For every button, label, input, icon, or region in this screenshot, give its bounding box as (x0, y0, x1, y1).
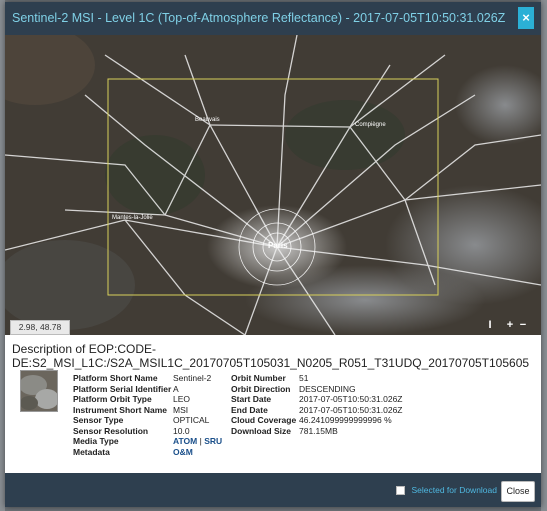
city-label: Mantes-la-Jolie (112, 215, 153, 221)
attributes-right: Orbit Number 51 Orbit Direction DESCENDING… (231, 373, 403, 436)
attr-row: Platform Short Name Sentinel-2 (73, 373, 222, 384)
city-label: Beauvais (195, 117, 220, 123)
selected-for-download-toggle[interactable]: Selected for Download (396, 485, 497, 495)
attr-row: Platform Serial Identifier A (73, 384, 222, 395)
dialog-header: Sentinel-2 MSI - Level 1C (Top-of-Atmosp… (5, 2, 541, 35)
zoom-extent-button[interactable]: I (484, 318, 496, 332)
attr-value: 2017-07-05T10:50:31.026Z (299, 394, 403, 404)
atom-link[interactable]: ATOM (173, 436, 197, 446)
selected-checkbox[interactable] (396, 485, 406, 495)
attr-value: Sentinel-2 (173, 373, 212, 383)
attr-row: End Date 2017-07-05T10:50:31.026Z (231, 405, 403, 416)
city-label: Compiègne (355, 122, 386, 128)
om-metadata-link[interactable]: O&M (173, 447, 193, 458)
attr-value: 2017-07-05T10:50:31.026Z (299, 404, 403, 415)
attr-value: 10.0 (173, 425, 190, 436)
description-title: Description of EOP:CODE-DE:S2_MSI_L1C:/S… (12, 342, 530, 370)
attr-key: Sensor Type (73, 415, 124, 425)
attr-value: LEO (173, 394, 191, 404)
attr-key: Download Size (231, 425, 291, 436)
mouse-coordinates: 2.98, 48.78 (10, 320, 70, 335)
attr-key: Cloud Coverage (231, 415, 297, 425)
attr-value: 51 (299, 373, 309, 383)
attr-key: Platform Serial Identifier (73, 383, 172, 394)
dialog-title: Sentinel-2 MSI - Level 1C (Top-of-Atmosp… (12, 11, 506, 25)
attr-key: Start Date (231, 394, 272, 404)
attr-value: OPTICAL (173, 415, 210, 425)
close-button[interactable]: Close (501, 481, 535, 502)
attr-key: Metadata (73, 446, 110, 457)
zoom-out-button[interactable]: − (517, 318, 529, 332)
zoom-in-button[interactable]: + (504, 318, 516, 332)
attr-row: Sensor Resolution 10.0 (73, 426, 222, 437)
map-center-label: Paris (268, 241, 288, 250)
attr-row: Orbit Direction DESCENDING (231, 384, 403, 395)
attr-row: Download Size 781.15MB (231, 426, 403, 437)
map-view[interactable]: Beauvais Compiègne Mantes-la-Jolie Paris… (5, 35, 541, 335)
attr-key: Orbit Direction (231, 383, 291, 394)
product-dialog: Sentinel-2 MSI - Level 1C (Top-of-Atmosp… (5, 2, 541, 507)
attr-key: End Date (231, 404, 268, 415)
attr-row: Instrument Short Name MSI (73, 405, 222, 416)
attr-value: DESCENDING (299, 383, 356, 394)
quicklook-image (21, 371, 57, 411)
attr-value: 46.241099999999996 % (299, 415, 392, 425)
backdrop-right (541, 0, 547, 511)
attr-value: A (173, 383, 179, 394)
attr-key: Sensor Resolution (73, 425, 149, 436)
close-icon[interactable]: × (518, 7, 534, 29)
attr-row: Start Date 2017-07-05T10:50:31.026Z (231, 394, 403, 405)
media-type-links: ATOM | SRU (173, 436, 222, 447)
attr-row: Media Type ATOM | SRU (73, 436, 222, 447)
attr-row: Cloud Coverage 46.241099999999996 % (231, 415, 403, 426)
attr-key: Instrument Short Name (73, 404, 167, 415)
sru-link[interactable]: SRU (204, 436, 222, 446)
satellite-image (5, 35, 541, 335)
attr-row: Orbit Number 51 (231, 373, 403, 384)
attr-row: Metadata O&M (73, 447, 222, 458)
attr-key: Orbit Number (231, 373, 286, 383)
attr-key: Platform Short Name (73, 373, 158, 383)
attr-key: Media Type (73, 436, 119, 446)
attributes-left: Platform Short Name Sentinel-2 Platform S… (73, 373, 222, 457)
attr-row: Sensor Type OPTICAL (73, 415, 222, 426)
selected-for-download-label[interactable]: Selected for Download (411, 485, 497, 495)
quicklook-thumbnail[interactable] (20, 370, 58, 412)
attr-value: 781.15MB (299, 425, 338, 436)
attr-key: Platform Orbit Type (73, 394, 152, 404)
attr-row: Platform Orbit Type LEO (73, 394, 222, 405)
attr-value: MSI (173, 404, 189, 415)
dialog-footer: Selected for Download Close (5, 473, 541, 507)
